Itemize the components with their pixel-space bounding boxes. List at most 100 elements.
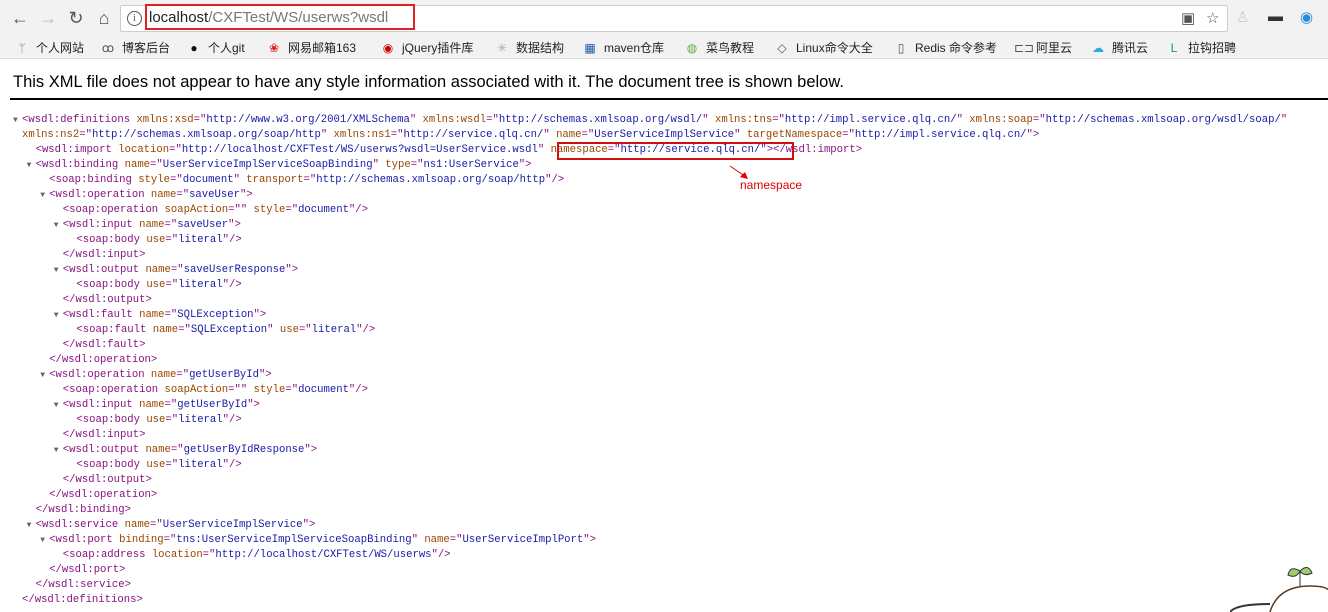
xml-line: </wsdl:binding>: [0, 503, 1287, 518]
attr-name: soapAction: [164, 384, 229, 396]
back-button[interactable]: ←: [10, 8, 30, 28]
xml-line: </wsdl:output>: [0, 293, 1287, 308]
collapse-toggle-icon[interactable]: ▼: [27, 158, 32, 173]
xml-line: ▼ <wsdl:binding name="UserServiceImplServ…: [0, 158, 1287, 173]
tag-bracket: </: [62, 339, 76, 351]
xml-line: ▼ <wsdl:service name="UserServiceImplServ…: [0, 518, 1287, 533]
collapse-toggle-icon[interactable]: ▼: [27, 518, 32, 533]
attr-quote: =": [298, 324, 312, 336]
xml-line: </wsdl:operation>: [0, 353, 1287, 368]
attr-quote: =": [285, 384, 299, 396]
xml-line: </wsdl:fault>: [0, 338, 1287, 353]
attr-value: UserServiceImplService: [594, 129, 735, 141]
chrome-extension-icon[interactable]: ◉: [1300, 8, 1313, 26]
attr-name: style: [253, 384, 286, 396]
extension-icon[interactable]: ♙: [1236, 8, 1249, 26]
attr-value: http://localhost/CXFTest/WS/userws?wsdl=…: [181, 144, 538, 156]
attr-quote: ": [1280, 114, 1288, 126]
collapse-toggle-icon[interactable]: ▼: [54, 398, 59, 413]
tag-name: wsdl:binding: [41, 159, 119, 171]
attr-quote: ": [233, 174, 240, 186]
collapse-toggle-icon[interactable]: ▼: [40, 188, 45, 203]
tag-end: >: [1032, 129, 1040, 141]
attr-quote: ": [734, 129, 741, 141]
attr-value: getUserById: [177, 399, 248, 411]
attr-quote: =": [165, 459, 179, 471]
bookmark-item[interactable]: ᛘ 个人网站: [14, 39, 84, 56]
forward-button[interactable]: →: [38, 8, 58, 28]
collapse-toggle-icon[interactable]: ▼: [13, 113, 18, 128]
attr-value: saveUser: [177, 219, 229, 231]
tag-end: >: [310, 444, 318, 456]
collapse-toggle-icon[interactable]: ▼: [54, 263, 59, 278]
bookmark-label: jQuery插件库: [402, 41, 474, 55]
attr-quote: =": [165, 279, 179, 291]
tag-end: >: [265, 369, 272, 381]
attr-quote: =": [193, 114, 207, 126]
collapse-toggle-icon[interactable]: ▼: [54, 308, 59, 323]
attr-name: location: [151, 549, 203, 561]
star-icon[interactable]: ☆: [1206, 9, 1219, 27]
info-icon[interactable]: i: [127, 11, 142, 26]
attr-value: SQLException: [177, 309, 254, 321]
bookmark-item[interactable]: L 拉钩招聘: [1166, 39, 1236, 56]
attr-quote: =": [228, 204, 241, 216]
bookmark-label: 网易邮箱163: [288, 41, 357, 55]
tag-name: soap:body: [82, 459, 140, 471]
attr-quote: ": [702, 114, 709, 126]
tag-bracket: >: [139, 339, 146, 351]
attr-quote: =": [164, 219, 178, 231]
bookmark-item[interactable]: ◉ jQuery插件库: [380, 39, 474, 56]
attr-quote: =": [285, 204, 299, 216]
tag-bracket: </: [62, 429, 76, 441]
attr-name: xmlns:ns1: [333, 129, 391, 141]
close-tag-name: wsdl:operation: [61, 489, 151, 501]
collapse-toggle-icon[interactable]: ▼: [54, 218, 59, 233]
collapse-toggle-icon[interactable]: ▼: [40, 368, 45, 383]
bookmark-item[interactable]: ❀ 网易邮箱163: [266, 39, 356, 56]
bookmark-item[interactable]: ▦ maven仓库: [582, 39, 664, 56]
bookmark-item[interactable]: ◇ Linux命令大全: [774, 39, 872, 56]
bookmark-item[interactable]: ✳ 数据结构: [494, 39, 564, 56]
xml-line: </wsdl:input>: [0, 428, 1287, 443]
namespace-annotation: namespace: [740, 178, 803, 192]
xml-line: <soap:body use="literal"/>: [0, 278, 1287, 293]
bookmark-item[interactable]: ◍ 菜鸟教程: [684, 39, 754, 56]
translate-icon[interactable]: ▣: [1181, 9, 1195, 27]
attr-name: use: [146, 234, 166, 246]
attr-value: document: [182, 174, 234, 186]
tag-end: />: [355, 384, 368, 396]
xml-line: ▼ <wsdl:input name="getUserById">: [0, 398, 1287, 413]
attr-quote: ": [956, 114, 963, 126]
cast-icon[interactable]: ▬: [1268, 8, 1283, 25]
collapse-toggle-icon[interactable]: ▼: [54, 443, 59, 458]
tag-end: >: [525, 159, 532, 171]
collapse-toggle-icon[interactable]: ▼: [40, 533, 45, 548]
home-button[interactable]: ⌂: [94, 8, 114, 28]
bookmark-item[interactable]: ꝏ 博客后台: [100, 39, 170, 56]
bookmark-item[interactable]: ● 个人git: [186, 39, 244, 56]
attr-value: http://service.qlq.cn/: [403, 129, 544, 141]
attr-quote: =": [165, 234, 179, 246]
xml-line: <soap:body use="literal"/>: [0, 413, 1287, 428]
attr-value: UserServiceImplService: [162, 519, 303, 531]
attr-name: style: [253, 204, 286, 216]
attr-name: use: [279, 324, 299, 336]
bookmark-item[interactable]: ☁ 腾讯云: [1090, 39, 1148, 56]
attr-quote: =": [176, 189, 190, 201]
attr-quote: =": [150, 519, 163, 531]
attr-quote: =": [164, 309, 178, 321]
bookmark-label: 数据结构: [516, 41, 565, 55]
bookmark-item[interactable]: ▯ Redis 命令参考: [893, 39, 997, 56]
attr-value: literal: [178, 234, 223, 246]
reload-button[interactable]: ↻: [66, 8, 86, 28]
xml-line: <soap:body use="literal"/>: [0, 458, 1287, 473]
tag-name: soap:body: [82, 279, 140, 291]
attr-quote: =": [842, 129, 855, 141]
attr-name: use: [146, 459, 166, 471]
lagou-icon: L: [1170, 41, 1178, 55]
bookmark-item[interactable]: ⊏⊐ 阿里云: [1014, 39, 1072, 56]
attr-value: literal: [178, 459, 223, 471]
close-tag-name: wsdl:output: [75, 474, 146, 486]
tag-bracket: >: [145, 474, 152, 486]
